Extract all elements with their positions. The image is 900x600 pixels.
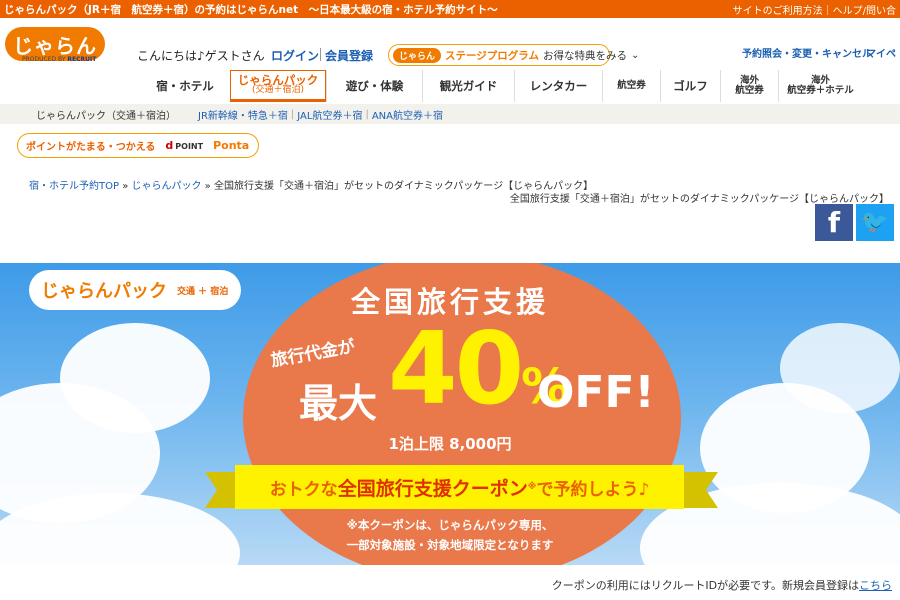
max-label: 最大 [299,382,378,427]
campaign-banner[interactable]: じゃらんパック 交通 ＋ 宿泊 全国旅行支援 旅行代金が 最大 40% OFF!… [0,263,900,565]
recruit-id-note: クーポンの利用にはリクルートIDが必要です。新規会員登録はこちら [551,579,892,592]
nav-rental-car[interactable]: レンタカー [514,70,602,102]
breadcrumb-pack[interactable]: じゃらんパック [132,181,202,192]
stage-pill: じゃらん [393,47,442,63]
subnav-ana-link[interactable]: ANA航空券＋宿 [372,107,443,122]
nav-golf[interactable]: ゴルフ [660,70,720,102]
subnav-jr-link[interactable]: JR新幹線・特急＋宿 [198,107,288,122]
off-label: OFF! [537,367,655,418]
greeting: こんにちは♪ゲストさん [137,49,265,63]
page-subtitle: 全国旅行支援「交通＋宿泊」がセットのダイナミックパッケージ【じゃらんパック】 [509,194,889,205]
points-label: ポイントがたまる・つかえる [26,142,156,153]
cloud [60,323,210,433]
breadcrumb-top[interactable]: 宿・ホテル予約TOP [29,181,119,192]
stage-program-text: お得な特典をみる [543,49,627,62]
nav-overseas-flight-hotel[interactable]: 海外 航空券＋ホテル [778,70,862,102]
limit-label: 1泊上限 8,000円 [388,435,512,453]
register-link[interactable]: 会員登録 [325,47,373,64]
facebook-share-icon[interactable]: f [815,204,853,241]
mypage-link[interactable]: マイペ [866,45,896,60]
header: じゃらん こんにちは♪ゲストさん ログイン 会員登録 じゃらん ステージプログラ… [0,18,900,70]
twitter-share-icon[interactable]: 🐦 [856,204,894,241]
stage-program-label: ステージプログラム [445,49,539,62]
login-link[interactable]: ログイン [271,47,319,64]
coupon-ribbon: おトクな 全国旅行支援クーポン ※ で予約しよう♪ [235,465,684,509]
subnav-jal-link[interactable]: JAL航空券＋宿 [297,107,362,122]
nav-hotel[interactable]: 宿・ホテル [140,70,230,102]
register-here-link[interactable]: こちら [859,579,892,592]
help-links[interactable]: サイトのご利用方法｜ヘルプ/問い合 [733,2,896,17]
ponta-logo: Ponta [213,139,250,152]
points-banner[interactable]: ポイントがたまる・つかえる d POINT Ponta [17,133,259,158]
divider [320,48,321,61]
nav-overseas-flights[interactable]: 海外 航空券 [720,70,778,102]
nav-activities[interactable]: 遊び・体験 [326,70,422,102]
sub-nav: じゃらんパック（交通＋宿泊） JR新幹線・特急＋宿 | JAL航空券＋宿 | A… [0,104,900,124]
cloud [780,323,900,413]
breadcrumb: 宿・ホテル予約TOP » じゃらんパック » 全国旅行支援「交通＋宿泊」がセット… [29,181,594,192]
dpoint-logo: d POINT [165,139,204,152]
nav-jalan-pack[interactable]: じゃらんパック (交通＋宿泊) [230,70,326,102]
subnav-current: じゃらんパック（交通＋宿泊） [36,110,176,122]
site-tagline: じゃらんパック（JR＋宿 航空券＋宿）の予約はじゃらんnet ～日本最大級の宿・… [4,3,498,16]
recruit-logo: RECRUIT [67,56,97,63]
coupon-note-2: 一部対象施設・対象地域限定となります [346,538,554,552]
coupon-note-1: ※本クーポンは、じゃらんパック専用、 [346,518,554,532]
reservation-link[interactable]: 予約照会・変更・キャンセル [742,45,872,60]
stage-program-button[interactable]: じゃらん ステージプログラム お得な特典をみる ⌄ [388,44,639,66]
nav-flights[interactable]: 航空券 [602,70,660,102]
main-nav: 宿・ホテル じゃらんパック (交通＋宿泊) 遊び・体験 観光ガイド レンタカー … [140,70,862,102]
produced-by: PRODUCED BY RECRUIT [22,56,97,63]
nav-travel-guide[interactable]: 観光ガイド [422,70,514,102]
chevron-down-icon: ⌄ [631,49,640,61]
top-bar: じゃらんパック（JR＋宿 航空券＋宿）の予約はじゃらんnet ～日本最大級の宿・… [0,0,900,18]
